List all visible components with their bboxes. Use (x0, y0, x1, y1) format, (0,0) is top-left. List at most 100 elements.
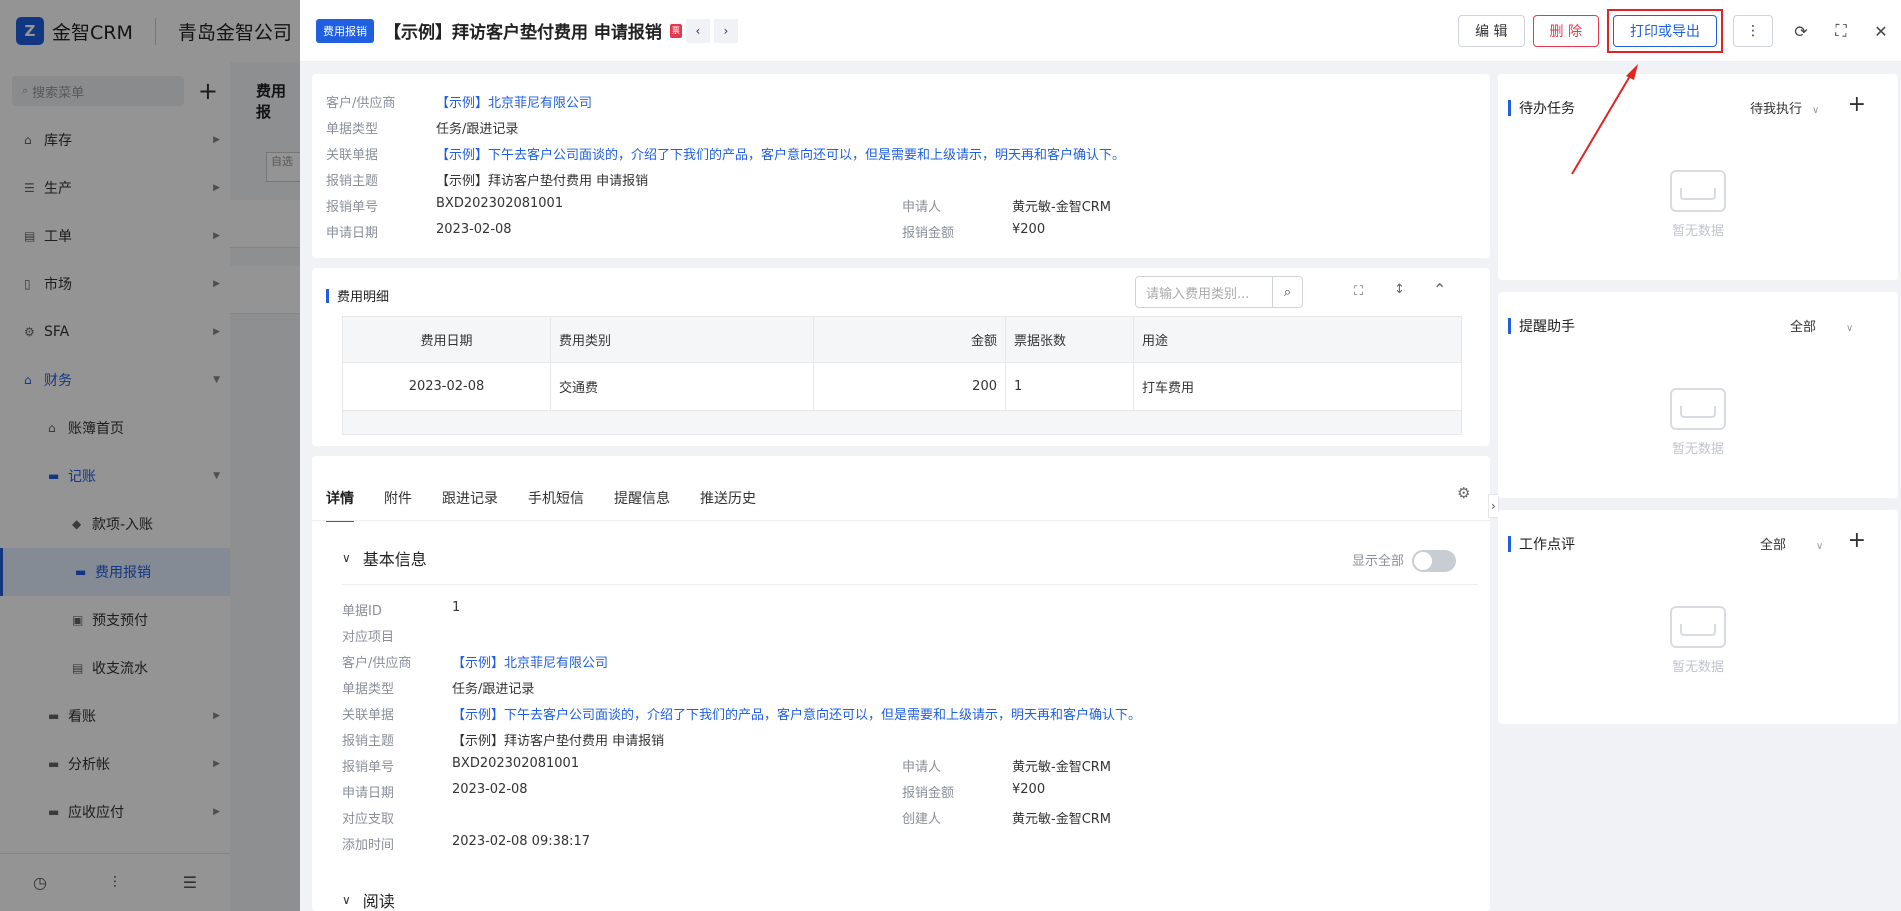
field-label: 客户/供应商 (326, 96, 396, 111)
table-cell: 200 (813, 362, 1006, 411)
review-filter-select[interactable]: 全部 ∨ (1760, 534, 1823, 553)
expand-icon[interactable]: ⛶ (1354, 284, 1363, 299)
reminder-filter-select[interactable]: 全部 ∨ (1790, 316, 1853, 335)
field-label: 单据类型 (326, 122, 379, 137)
detail-drawer: 费用报销 【示例】拜访客户垫付费用 申请报销 票 ‹ › 编 辑 删 除 打印或… (300, 0, 1901, 911)
tab-reminders[interactable]: 提醒信息 (614, 488, 670, 522)
header-actions: 编 辑 删 除 打印或导出 ⋮ ⟳ ⛶ ✕ (1458, 0, 1901, 62)
empty-box-icon (1670, 388, 1726, 430)
tab-followups[interactable]: 跟进记录 (442, 488, 498, 522)
panel-title-text: 工作点评 (1519, 537, 1575, 553)
prev-record-button[interactable]: ‹ (685, 18, 710, 43)
basic-info-title: 基本信息 (362, 550, 427, 569)
print-export-button[interactable]: 打印或导出 (1613, 15, 1717, 47)
empty-text: 暂无数据 (1671, 442, 1724, 457)
read-section-header[interactable]: ∨ 阅读 (342, 888, 395, 911)
field-value: 任务/跟进记录 (436, 122, 519, 137)
todo-filter-select[interactable]: 待我执行 ∨ (1750, 98, 1819, 117)
column-header: 费用日期 (342, 316, 551, 363)
summary-card: 客户/供应商 【示例】北京菲尼有限公司 单据类型 任务/跟进记录 关联单据 【示例】下… (312, 74, 1490, 258)
section-divider (342, 584, 1478, 585)
field-label: 申请日期 (326, 226, 379, 241)
empty-box-icon (1670, 170, 1726, 212)
field-value: ¥200 (1012, 782, 1046, 797)
field-value: BXD202302081001 (452, 756, 580, 771)
read-section-title: 阅读 (362, 892, 395, 911)
highlight-annotation: 打印或导出 (1607, 9, 1723, 53)
gear-icon[interactable]: ⚙ (1457, 484, 1470, 502)
show-all-label: 显示全部 (1352, 554, 1405, 569)
filter-value: 待我执行 (1750, 102, 1803, 117)
fullscreen-icon[interactable]: ⛶ (1821, 21, 1861, 41)
search-icon[interactable]: ⌕ (1272, 277, 1302, 307)
column-header: 票据张数 (1005, 316, 1134, 363)
field-label: 客户/供应商 (342, 656, 412, 671)
chevron-down-icon: ∨ (1812, 105, 1820, 116)
filter-value: 全部 (1760, 538, 1787, 553)
fee-detail-card: 费用明细 请输入费用类别... ⌕ ⛶ ↕ ⌃ 费用日期 费用类别 金额 票据张… (312, 268, 1490, 446)
field-label: 单据ID (342, 604, 382, 619)
invoice-tag-icon: 票 (669, 23, 682, 38)
collapse-up-icon[interactable]: ⌃ (1433, 280, 1446, 299)
field-value: 【示例】拜访客户垫付费用 申请报销 (436, 174, 649, 189)
tab-sms[interactable]: 手机短信 (528, 488, 584, 522)
tab-push-history[interactable]: 推送历史 (700, 488, 756, 522)
show-all-toggle[interactable] (1412, 550, 1456, 572)
next-record-button[interactable]: › (713, 18, 738, 43)
todo-panel: 待办任务 待我执行 ∨ + 暂无数据 (1498, 74, 1898, 280)
column-header: 用途 (1133, 316, 1462, 363)
field-label: 添加时间 (342, 838, 395, 853)
fee-search-input[interactable]: 请输入费用类别... ⌕ (1135, 276, 1303, 308)
chevron-down-icon: ∨ (1816, 541, 1824, 552)
reminder-panel: 提醒助手 全部 ∨ 暂无数据 (1498, 292, 1898, 498)
chevron-down-icon: ∨ (342, 893, 351, 907)
add-todo-button[interactable]: + (1848, 92, 1866, 117)
field-label: 对应支取 (342, 812, 395, 827)
field-value: BXD202302081001 (436, 196, 564, 211)
related-doc-link[interactable]: 【示例】下午去客户公司面谈的，介绍了下我们的产品，客户意向还可以，但是需要和上级… (436, 144, 1125, 163)
detail-tabs-card: 详情 附件 跟进记录 手机短信 提醒信息 推送历史 ⚙ › ∨ 基本信息 显示全… (312, 456, 1499, 911)
field-label: 报销主题 (326, 174, 379, 189)
field-label: 单据类型 (342, 682, 395, 697)
basic-info-header[interactable]: ∨ 基本信息 (342, 546, 427, 570)
field-value: 2023-02-08 (452, 782, 528, 797)
chevron-down-icon: ∨ (1846, 323, 1854, 334)
table-row[interactable]: 2023-02-08 交通费 200 1 打车费用 (342, 362, 1462, 411)
table-header-row: 费用日期 费用类别 金额 票据张数 用途 (342, 316, 1462, 363)
tab-attachments[interactable]: 附件 (384, 488, 412, 522)
edit-button[interactable]: 编 辑 (1458, 15, 1525, 47)
field-label: 报销金额 (902, 786, 955, 801)
refresh-icon[interactable]: ⟳ (1781, 22, 1821, 41)
field-label: 关联单据 (326, 148, 379, 163)
field-value: ¥200 (1012, 222, 1046, 237)
table-cell: 1 (1005, 362, 1134, 411)
panel-title-text: 待办任务 (1519, 101, 1575, 117)
drawer-header: 费用报销 【示例】拜访客户垫付费用 申请报销 票 ‹ › 编 辑 删 除 打印或… (300, 0, 1901, 62)
field-label: 报销金额 (902, 226, 955, 241)
page-title: 【示例】拜访客户垫付费用 申请报销 (384, 23, 662, 43)
customer-link[interactable]: 【示例】北京菲尼有限公司 (436, 92, 592, 111)
tab-details[interactable]: 详情 (326, 488, 354, 522)
column-header: 金额 (813, 316, 1006, 363)
vertical-resize-icon[interactable]: ↕ (1394, 282, 1405, 297)
customer-link[interactable]: 【示例】北京菲尼有限公司 (452, 652, 608, 671)
review-panel-title: 工作点评 (1508, 534, 1575, 554)
field-label: 关联单据 (342, 708, 395, 723)
related-doc-link[interactable]: 【示例】下午去客户公司面谈的，介绍了下我们的产品，客户意向还可以，但是需要和上级… (452, 704, 1141, 723)
field-label: 创建人 (902, 812, 942, 827)
field-label: 对应项目 (342, 630, 395, 645)
doc-type-badge: 费用报销 (316, 18, 374, 43)
field-label: 报销单号 (326, 200, 379, 215)
chevron-down-icon: ∨ (342, 551, 351, 565)
field-label: 申请人 (902, 760, 942, 775)
close-icon[interactable]: ✕ (1861, 22, 1901, 41)
panel-title-text: 提醒助手 (1519, 319, 1575, 335)
review-panel: 工作点评 全部 ∨ + 暂无数据 (1498, 510, 1898, 724)
field-label: 报销主题 (342, 734, 395, 749)
add-review-button[interactable]: + (1848, 528, 1866, 553)
more-actions-button[interactable]: ⋮ (1733, 15, 1773, 47)
empty-text: 暂无数据 (1671, 660, 1724, 675)
modal-overlay[interactable] (0, 0, 300, 911)
delete-button[interactable]: 删 除 (1532, 15, 1599, 47)
table-footer-row (342, 410, 1462, 435)
